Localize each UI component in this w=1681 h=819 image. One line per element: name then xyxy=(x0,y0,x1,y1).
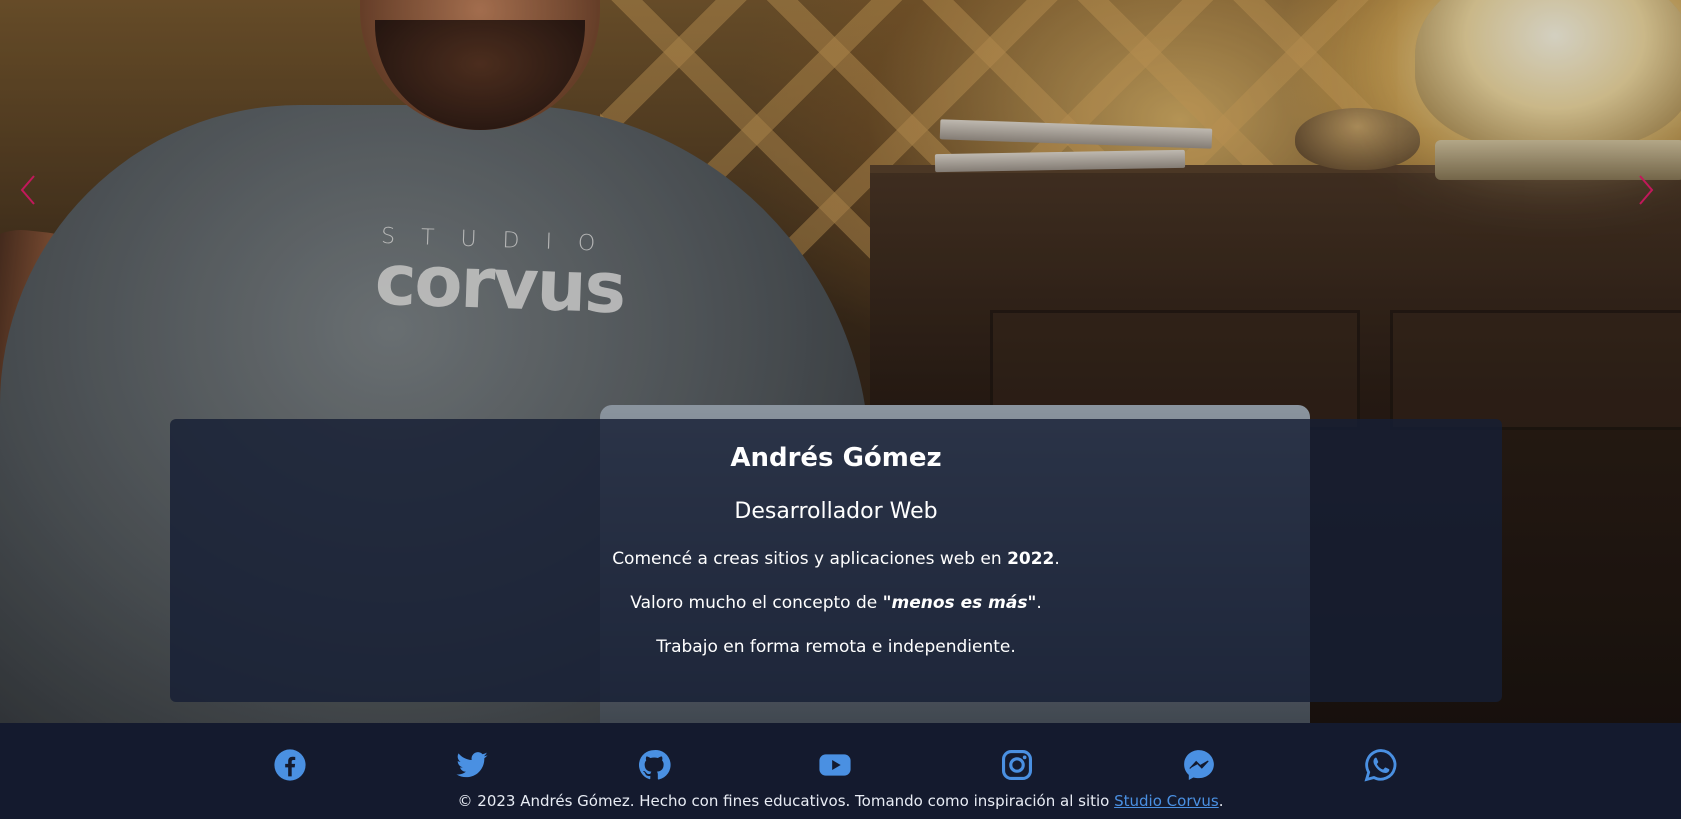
messenger-icon xyxy=(1184,750,1214,781)
hero-carousel: STUDIO corvus Andrés Gómez Desarrollador… xyxy=(0,0,1681,723)
github-link[interactable] xyxy=(634,745,674,785)
copyright-text: © 2023 Andrés Gómez. Hecho con fines edu… xyxy=(457,792,1115,810)
twitter-icon xyxy=(456,752,488,778)
chevron-left-icon xyxy=(20,175,35,205)
studio-corvus-link[interactable]: Studio Corvus xyxy=(1114,792,1219,810)
bio-text: Comencé a creas sitios y aplicaciones we… xyxy=(612,549,1008,569)
bio-text: . xyxy=(1054,549,1060,569)
bio-emphasis: "menos es más" xyxy=(882,593,1037,613)
youtube-link[interactable] xyxy=(815,745,855,785)
facebook-icon xyxy=(274,749,306,781)
chevron-right-icon xyxy=(1639,175,1654,205)
whatsapp-icon xyxy=(1364,749,1397,782)
bio-text: Valoro mucho el concepto de xyxy=(630,593,883,613)
carousel-prev-button[interactable] xyxy=(10,168,46,212)
whatsapp-link[interactable] xyxy=(1361,745,1401,785)
instagram-link[interactable] xyxy=(997,745,1037,785)
bio-text: . xyxy=(1036,593,1042,613)
footer: © 2023 Andrés Gómez. Hecho con fines edu… xyxy=(0,723,1681,819)
bio-line-remote: Trabajo en forma remota e independiente. xyxy=(656,637,1016,657)
bio-line-start-year: Comencé a creas sitios y aplicaciones we… xyxy=(170,549,1502,569)
twitter-link[interactable] xyxy=(452,745,492,785)
profile-name: Andrés Gómez xyxy=(730,443,942,473)
bio-line-concept: Valoro mucho el concepto de "menos es má… xyxy=(170,593,1502,613)
copyright-notice: © 2023 Andrés Gómez. Hecho con fines edu… xyxy=(0,792,1681,810)
bio-year: 2022 xyxy=(1007,549,1055,569)
instagram-icon xyxy=(1001,749,1033,781)
profile-role: Desarrollador Web xyxy=(734,499,938,524)
facebook-link[interactable] xyxy=(270,745,310,785)
copyright-suffix: . xyxy=(1218,792,1224,810)
github-icon xyxy=(638,750,671,780)
carousel-caption: Andrés Gómez Desarrollador Web Comencé a… xyxy=(170,419,1502,702)
carousel-next-button[interactable] xyxy=(1628,168,1664,212)
messenger-link[interactable] xyxy=(1179,745,1219,785)
youtube-icon xyxy=(819,754,851,776)
